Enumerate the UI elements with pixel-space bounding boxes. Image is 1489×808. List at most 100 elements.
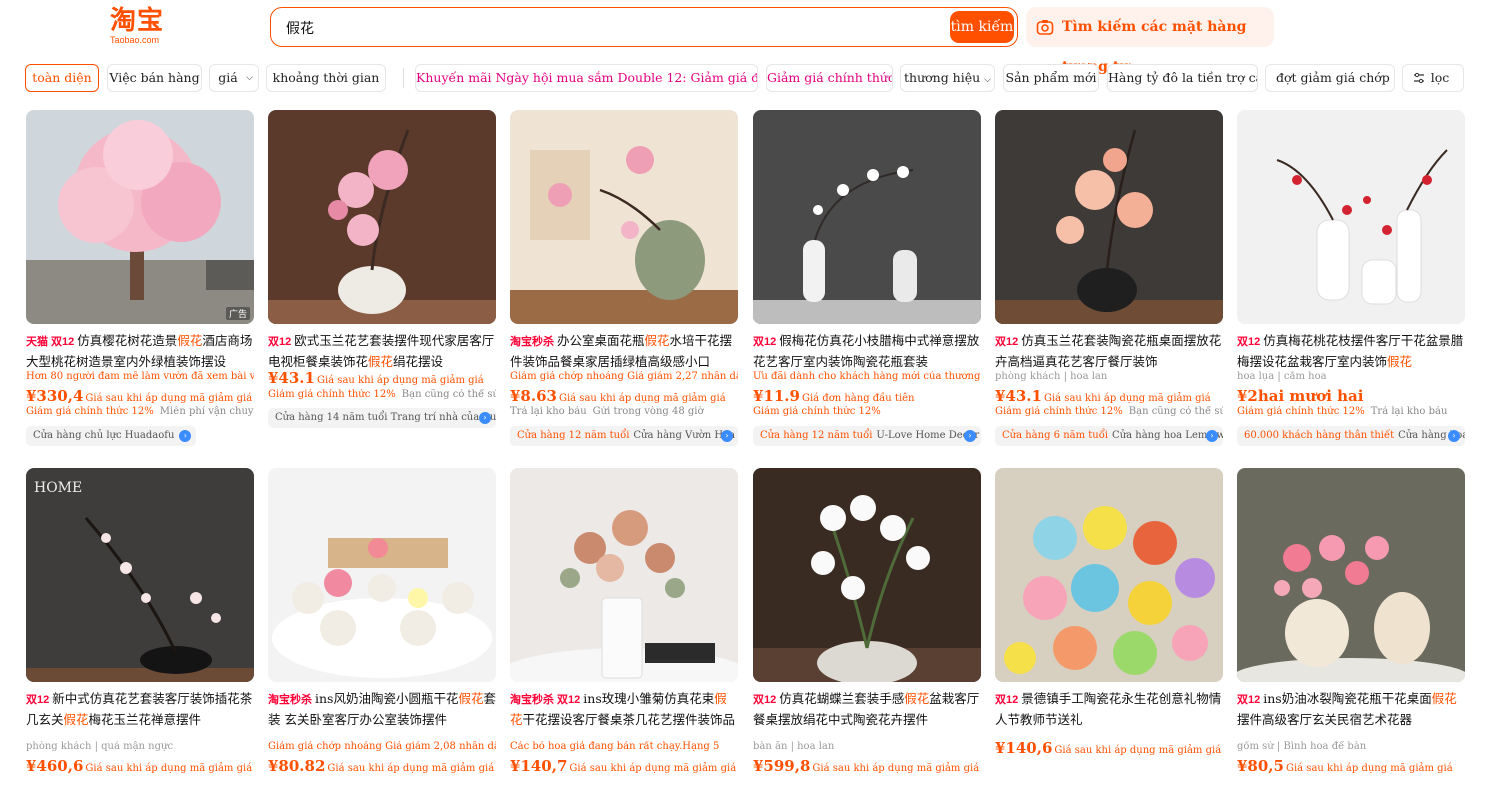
product-price: ¥140,7 Giá sau khi áp dụng mã giảm giá	[510, 756, 738, 776]
product-card[interactable]: 淘宝秒杀 双12 ins玫瑰小雏菊仿真花束假花干花摆设客厅餐桌茶几花艺摆件装饰品 …	[510, 468, 738, 808]
store-link[interactable]: Cửa hàng 12 năm tuổiCửa hàng Vườn Hoa Nh…	[510, 426, 738, 446]
product-title[interactable]: 双12 景德镇手工陶瓷花永生花创意礼物情人节教师节送礼	[995, 689, 1223, 727]
filter-official-discount[interactable]: Giảm giá chính thức	[766, 64, 893, 92]
price-note: Giá sau khi áp dụng mã giảm giá	[85, 393, 253, 404]
product-title-text: 办公室桌面花瓶	[557, 333, 645, 348]
product-title-keyword: 假花	[1431, 691, 1457, 706]
product-card[interactable]: 双12 仿真花蝴蝶兰套装手感假花盆栽客厅餐桌摆放绢花中式陶瓷花卉摆件 bàn ăn…	[753, 468, 981, 808]
taobao-logo[interactable]: 淘宝 Taobao.com	[110, 8, 172, 46]
product-price: ¥11.9 Giá đơn hàng đầu tiên	[753, 386, 981, 406]
price-value: ¥80.82	[268, 757, 326, 775]
store-link[interactable]: Cửa hàng 12 năm tuổi U-Love Home Decor ›	[753, 426, 981, 446]
arrow-right-icon: ›	[1206, 430, 1218, 442]
product-image[interactable]	[1237, 468, 1465, 682]
filter-comprehensive[interactable]: toàn diện	[25, 64, 99, 92]
chevron-down-icon: ⌵	[984, 75, 991, 85]
service-text: Bạn cũng có thể sử dụng Taobao để thanh …	[401, 389, 496, 400]
product-title[interactable]: 双12 仿真花蝴蝶兰套装手感假花盆栽客厅餐桌摆放绢花中式陶瓷花卉摆件	[753, 689, 981, 727]
store-link[interactable]: Cửa hàng 14 năm tuổi Trang trí nhà của R…	[268, 408, 496, 428]
search-input[interactable]: 假花	[286, 18, 314, 38]
store-link[interactable]: 60.000 khách hàng thân thiếtCửa hàng hoa…	[1237, 426, 1465, 446]
product-badge: 双12	[753, 694, 777, 706]
product-image[interactable]	[510, 110, 738, 324]
product-image[interactable]	[1237, 110, 1465, 324]
product-badge: 天猫 双12	[26, 336, 75, 348]
store-link[interactable]: Cửa hàng chủ lực Huadaofu ›	[26, 426, 197, 446]
product-title[interactable]: 天猫 双12 仿真樱花树花造景假花酒店商场大型桃花树造景室内外绿植装饰摆设	[26, 331, 254, 369]
store-age-tag: Cửa hàng 12 năm tuổi	[760, 430, 873, 441]
product-tags: phòng khách | quả mận ngực	[26, 741, 174, 752]
filter-advanced[interactable]: lọc	[1402, 64, 1464, 92]
filter-double12-promo[interactable]: Khuyến mãi Ngày hội mua sắm Double 12: G…	[415, 64, 758, 92]
product-image[interactable]: HOME	[26, 468, 254, 682]
search-button[interactable]: tìm kiếm	[950, 11, 1014, 43]
product-card[interactable]: 双12 仿真玉兰花套装陶瓷花瓶桌面摆放花卉高档逼真花艺客厅餐厅装饰 phòng k…	[995, 110, 1223, 450]
product-title[interactable]: 淘宝秒杀 ins风奶油陶瓷小圆瓶干花假花套装 玄关卧室客厅办公室装饰摆件	[268, 689, 496, 727]
product-title-text: ins风奶油陶瓷小圆瓶干花	[315, 691, 459, 706]
product-title[interactable]: 双12 欧式玉兰花艺套装摆件现代家居客厅电视柜餐桌装饰花假花绢花摆设	[268, 331, 496, 369]
product-title-keyword: 假花	[904, 691, 930, 706]
filter-advanced-label: lọc	[1430, 70, 1450, 85]
product-promo-line: Giảm giá chính thức 12% Bạn cũng có thể s…	[268, 389, 496, 403]
product-title[interactable]: 双12 ins奶油冰裂陶瓷花瓶干花桌面假花摆件高级客厅玄关民宿艺术花器	[1237, 689, 1465, 727]
product-badge: 淘宝秒杀	[510, 336, 554, 348]
product-badge: 双12	[995, 336, 1019, 348]
service-text: Miễn phí vận chuyển	[159, 406, 254, 417]
product-image[interactable]	[268, 468, 496, 682]
chevron-down-icon: ⌵	[246, 73, 253, 83]
product-info-line: Các bó hoa giả đang bán rất chạy.Hạng 5	[510, 741, 720, 752]
product-title-text: 假梅花仿真花小枝腊梅中式禅意摆放花艺客厅室内装饰陶瓷花瓶套装	[753, 333, 980, 369]
filter-sales[interactable]: Việc bán hàng	[107, 64, 202, 92]
product-title[interactable]: 淘宝秒杀 办公室桌面花瓶假花水培干花摆件装饰品餐桌家居插绿植高级感小口	[510, 331, 738, 369]
product-title[interactable]: 双12 新中式仿真花艺套装客厅装饰插花茶几玄关假花梅花玉兰花禅意摆件	[26, 689, 254, 727]
product-card[interactable]: 双12 景德镇手工陶瓷花永生花创意礼物情人节教师节送礼 ¥140,6 Giá sau…	[995, 468, 1223, 808]
store-link[interactable]: Cửa hàng 6 năm tuổi Cửa hàng hoa Lemeiwei…	[995, 426, 1223, 446]
product-badge: 淘宝秒杀 双12	[510, 694, 581, 706]
product-image[interactable]	[268, 110, 496, 324]
product-badge: 双12	[753, 336, 777, 348]
product-price: ¥80.82 Giá sau khi áp dụng mã giảm giá	[268, 756, 496, 776]
filter-subsidy[interactable]: Hàng tỷ đô la tiền trợ cấp	[1107, 64, 1258, 92]
filter-time[interactable]: khoảng thời gian	[266, 64, 386, 92]
product-title[interactable]: 双12 仿真梅花桃花枝摆件客厅干花盆景腊梅摆设花盆栽客厅室内装饰假花	[1237, 331, 1465, 369]
arrow-right-icon: ›	[479, 412, 491, 424]
image-search-button[interactable]: Tìm kiếm các mặt hàng tương tự	[1026, 7, 1274, 75]
product-image[interactable]	[753, 468, 981, 682]
filter-sliders-icon	[1414, 72, 1424, 84]
product-promo-line: Giảm giá chính thức 12% Miễn phí vận chuy…	[26, 406, 254, 420]
product-card[interactable]: 双12 仿真梅花桃花枝摆件客厅干花盆景腊梅摆设花盆栽客厅室内装饰假花 hoa lụ…	[1237, 110, 1465, 450]
filter-brand[interactable]: thương hiệu ⌵	[900, 64, 995, 92]
product-title[interactable]: 淘宝秒杀 双12 ins玫瑰小雏菊仿真花束假花干花摆设客厅餐桌茶几花艺摆件装饰品	[510, 689, 738, 727]
product-info-line: Ưu đãi dành cho khách hàng mới của thươn…	[753, 371, 981, 382]
product-image[interactable]: 广告	[26, 110, 254, 324]
filter-flash-sale[interactable]: đợt giảm giá chớp nhoáng	[1265, 64, 1395, 92]
product-title-text-rest: 摆件高级客厅玄关民宿艺术花器	[1237, 712, 1413, 727]
promo-text: Giảm giá chính thức 12%	[995, 406, 1123, 417]
product-card[interactable]: 淘宝秒杀 办公室桌面花瓶假花水培干花摆件装饰品餐桌家居插绿植高级感小口 Giảm …	[510, 110, 738, 450]
product-title[interactable]: 双12 假梅花仿真花小枝腊梅中式禅意摆放花艺客厅室内装饰陶瓷花瓶套装	[753, 331, 981, 369]
product-title-text: 景德镇手工陶瓷花永生花创意礼物情人节教师节送礼	[995, 691, 1222, 727]
product-image[interactable]	[995, 468, 1223, 682]
product-image[interactable]	[995, 110, 1223, 324]
product-card[interactable]: 双12 欧式玉兰花艺套装摆件现代家居客厅电视柜餐桌装饰花假花绢花摆设 ¥43.1 G…	[268, 110, 496, 450]
product-title[interactable]: 双12 仿真玉兰花套装陶瓷花瓶桌面摆放花卉高档逼真花艺客厅餐厅装饰	[995, 331, 1223, 369]
product-card[interactable]: 双12 假梅花仿真花小枝腊梅中式禅意摆放花艺客厅室内装饰陶瓷花瓶套装 Ưu đãi…	[753, 110, 981, 450]
arrow-right-icon: ›	[964, 430, 976, 442]
filter-price[interactable]: giá ⌵	[209, 64, 259, 92]
price-value: ¥80,5	[1237, 757, 1284, 775]
product-image[interactable]	[510, 468, 738, 682]
product-card[interactable]: 淘宝秒杀 ins风奶油陶瓷小圆瓶干花假花套装 玄关卧室客厅办公室装饰摆件 Giảm…	[268, 468, 496, 808]
arrow-right-icon: ›	[1448, 430, 1460, 442]
product-title-text: ins玫瑰小雏菊仿真花束	[583, 691, 715, 706]
promo-text: Giảm giá chính thức 12%	[1237, 406, 1365, 417]
product-card[interactable]: 双12 ins奶油冰裂陶瓷花瓶干花桌面假花摆件高级客厅玄关民宿艺术花器 gốm s…	[1237, 468, 1465, 808]
filter-new-products[interactable]: Sản phẩm mới	[1003, 64, 1099, 92]
product-card[interactable]: 广告 天猫 双12 仿真樱花树花造景假花酒店商场大型桃花树造景室内外绿植装饰摆设 …	[26, 110, 254, 450]
product-card[interactable]: HOME 双12 新中式仿真花艺套装客厅装饰插花茶几玄关假花梅花玉兰花禅意摆件 p…	[26, 468, 254, 808]
price-note: Giá sau khi áp dụng mã giảm giá	[558, 393, 726, 404]
product-price: ¥8.63 Giá sau khi áp dụng mã giảm giá	[510, 386, 738, 406]
product-title-text: 仿真花蝴蝶兰套装手感	[779, 691, 905, 706]
product-image[interactable]	[753, 110, 981, 324]
product-badge: 双12	[1237, 336, 1261, 348]
price-value: ¥460,6	[26, 757, 84, 775]
